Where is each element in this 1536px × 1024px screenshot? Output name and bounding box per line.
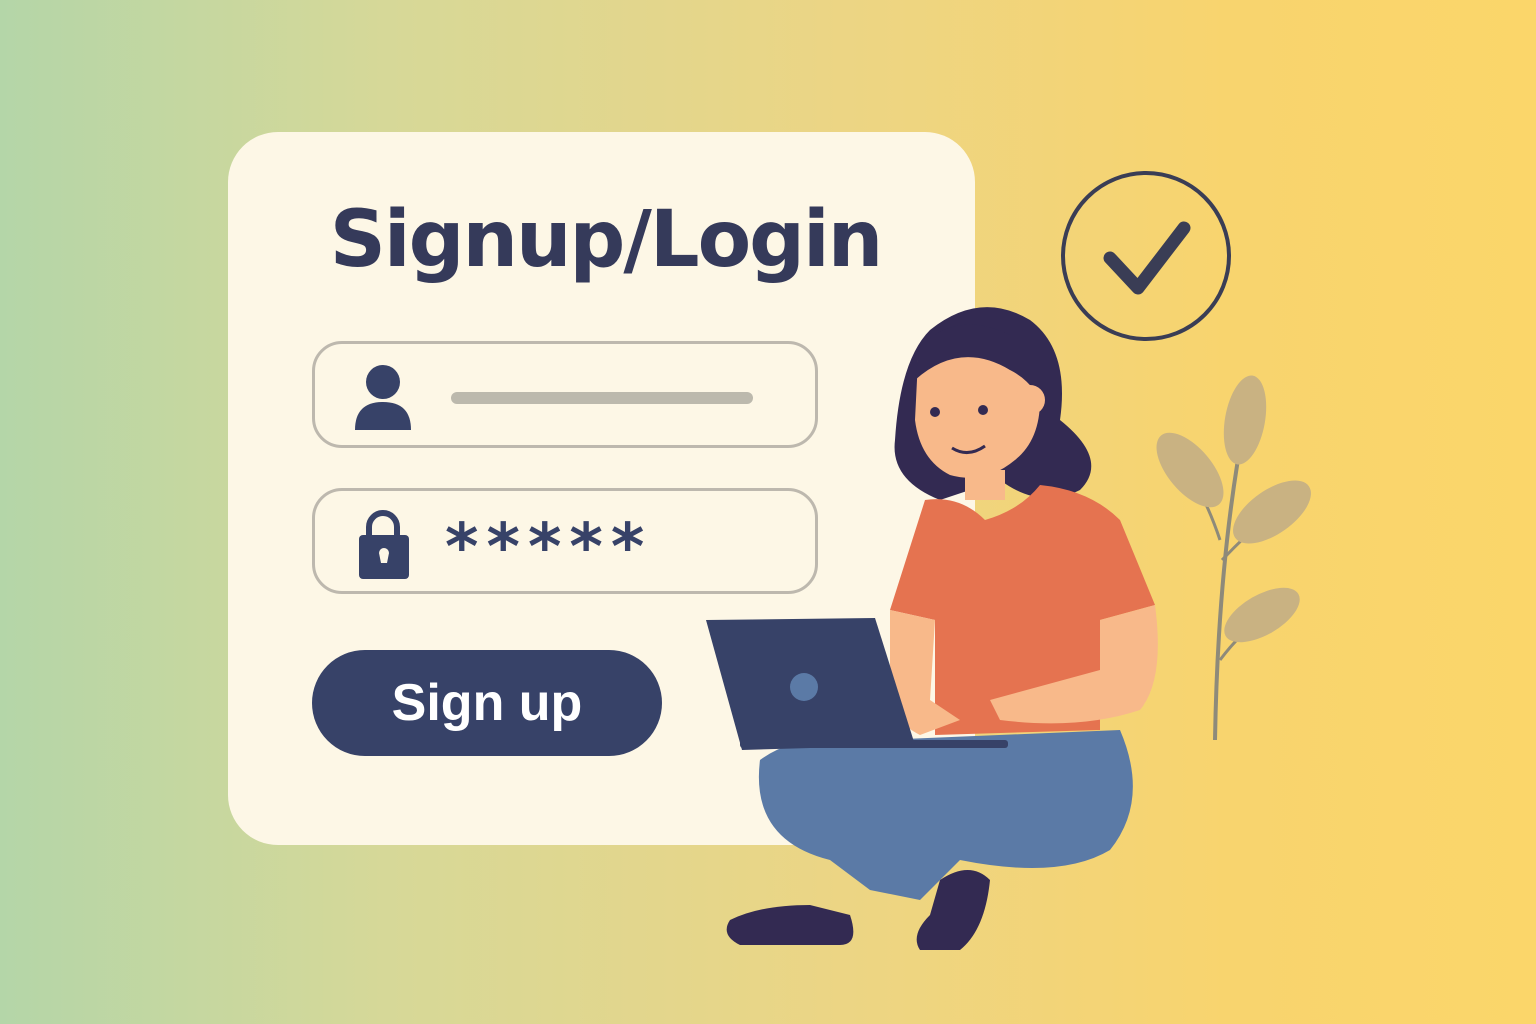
check-circle-icon bbox=[1061, 171, 1231, 341]
illustration bbox=[706, 171, 1311, 950]
person-illustration bbox=[706, 307, 1158, 950]
plant-icon bbox=[1156, 375, 1311, 741]
